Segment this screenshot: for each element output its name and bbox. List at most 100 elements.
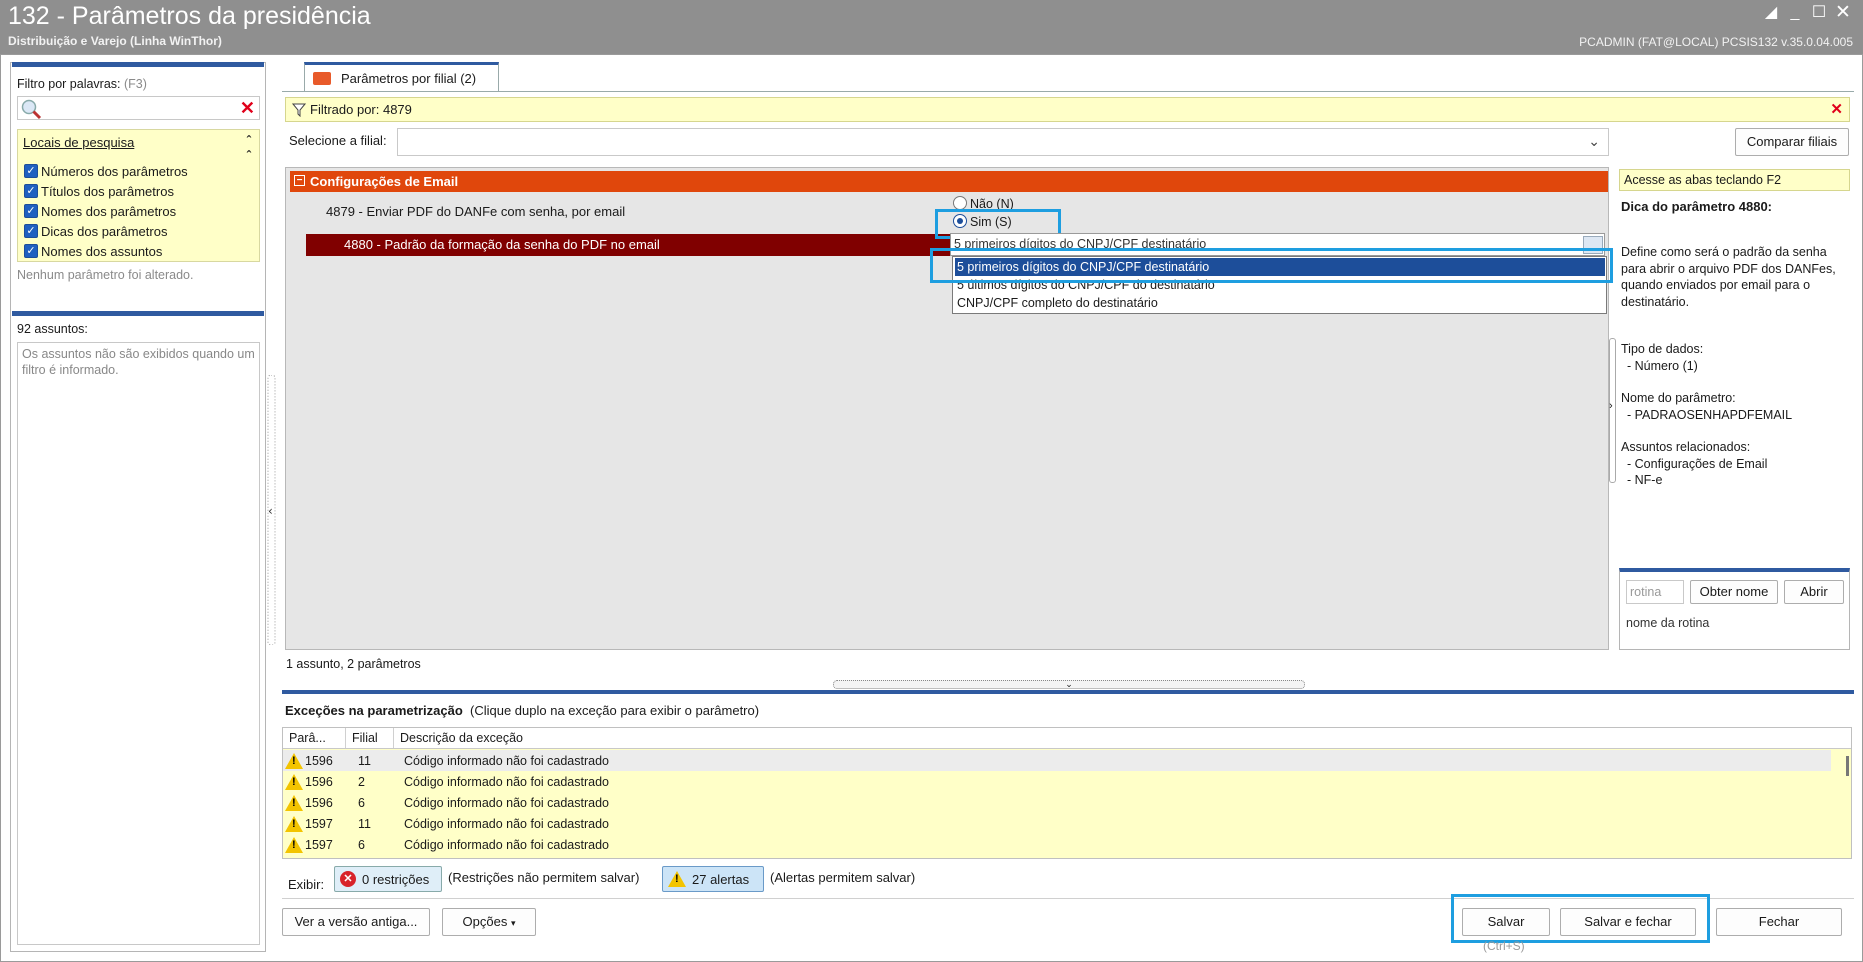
restore-icon[interactable]: ◢ [1760, 4, 1782, 22]
close-window-button[interactable]: ✕ [1832, 3, 1854, 22]
column-header[interactable]: Parâ... [283, 728, 346, 748]
table-row[interactable]: 1596 2 Código informado não foi cadastra… [283, 771, 1831, 792]
chevron-right-icon[interactable]: › [1609, 400, 1613, 412]
branch-select[interactable]: ⌄ [397, 128, 1609, 156]
param-value: 1596 [305, 753, 333, 768]
options-button[interactable]: Opções ▾ [442, 908, 536, 936]
checkbox-icon[interactable]: ✓ [24, 224, 38, 238]
table-row[interactable]: 1597 6 Código informado não foi cadastra… [283, 834, 1831, 855]
tip-access-hint: Acesse as abas teclando F2 [1619, 169, 1850, 191]
section-title: Configurações de Email [310, 174, 459, 189]
checkbox-param-tips[interactable]: ✓ Dicas dos parâmetros [24, 222, 167, 240]
table-scrollbar[interactable] [1843, 750, 1851, 858]
checkbox-icon[interactable]: ✓ [24, 184, 38, 198]
column-header[interactable]: Filial [346, 728, 394, 748]
checkbox-icon[interactable]: ✓ [24, 164, 38, 178]
restrictions-label: 0 restrições [362, 871, 430, 887]
dropdown-option[interactable]: CNPJ/CPF completo do destinatário [955, 294, 1605, 312]
branch-cell: 11 [358, 753, 371, 768]
svg-text:‹: ‹ [268, 504, 273, 518]
get-name-button[interactable]: Obter nome [1690, 580, 1778, 604]
close-button[interactable]: Fechar [1716, 908, 1842, 936]
chevron-down-icon[interactable]: ⌄ [1588, 133, 1600, 150]
param-cell: 1596 [283, 773, 349, 790]
tab-params-by-branch[interactable]: Parâmetros por filial (2) [304, 62, 499, 92]
search-locations-box: Locais de pesquisa ˆˆ ✓ Números dos parâm… [17, 129, 260, 262]
restrictions-toggle-button[interactable]: ✕ 0 restrições [334, 866, 442, 892]
compare-branches-button[interactable]: Comparar filiais [1735, 128, 1849, 156]
exceptions-title: Exceções na parametrização [285, 703, 463, 718]
highlight-box [930, 248, 1613, 283]
filter-bar-text: Filtrado por: 4879 [310, 102, 412, 117]
checkbox-param-titles[interactable]: ✓ Títulos dos parâmetros [24, 182, 174, 200]
maximize-button[interactable]: ☐ [1808, 4, 1830, 22]
param-cell: 1597 [283, 836, 349, 853]
checkbox-icon[interactable]: ✓ [24, 244, 38, 258]
old-version-button[interactable]: Ver a versão antiga... [282, 908, 430, 936]
table-row[interactable]: 1596 11 Código informado não foi cadastr… [283, 750, 1831, 771]
search-locations-title[interactable]: Locais de pesquisa [23, 135, 134, 150]
clear-filter-icon[interactable]: ✕ [1830, 100, 1843, 118]
column-header[interactable]: Descrição da exceção [394, 728, 1851, 748]
checkbox-subject-names[interactable]: ✓ Nomes dos assuntos [24, 242, 162, 260]
routine-input[interactable]: rotina [1626, 580, 1684, 604]
param-name-value: - PADRAOSENHAPDFEMAIL [1627, 407, 1793, 422]
subjects-bar [12, 311, 264, 316]
param-name-label: Nome do parâmetro: [1621, 391, 1736, 405]
table-header: Parâ... Filial Descrição da exceção [283, 728, 1851, 749]
branch-label: Selecione a filial: [289, 133, 387, 148]
warning-icon [285, 752, 303, 769]
description-cell: Código informado não foi cadastrado [404, 816, 609, 831]
show-label: Exibir: [288, 877, 325, 892]
warning-icon [285, 773, 303, 790]
table-row[interactable]: 1597 11 Código informado não foi cadastr… [283, 813, 1831, 834]
status-count: 1 assunto, 2 parâmetros [286, 657, 421, 671]
checkbox-param-names[interactable]: ✓ Nomes dos parâmetros [24, 202, 176, 220]
exceptions-subtitle: (Clique duplo na exceção para exibir o p… [470, 703, 760, 718]
checkbox-label: Dicas dos parâmetros [41, 223, 168, 239]
routine-name: nome da rotina [1626, 616, 1710, 630]
description-cell: Código informado não foi cadastrado [404, 795, 609, 810]
filter-shortcut-hint: (F3) [124, 77, 147, 91]
funnel-icon [292, 103, 306, 117]
routine-box: rotina Obter nome Abrir nome da rotina [1619, 568, 1850, 650]
param-value: 1597 [305, 816, 333, 831]
table-row[interactable]: 1596 6 Código informado não foi cadastra… [283, 792, 1831, 813]
param-cell: 1596 [283, 752, 349, 769]
collapse-section-icon[interactable]: − [294, 175, 305, 186]
collapse-icon[interactable]: ˆˆ [247, 133, 251, 163]
param-value: 1596 [305, 795, 333, 810]
checkbox-icon[interactable]: ✓ [24, 204, 38, 218]
warning-icon [285, 794, 303, 811]
param-row-4880[interactable]: 4880 - Padrão da formação da senha do PD… [306, 234, 952, 256]
data-type-value: - Número (1) [1627, 358, 1698, 373]
clear-search-icon[interactable]: ✕ [240, 97, 255, 119]
related-subjects-label: Assuntos relacionados: [1621, 440, 1751, 454]
warning-icon [668, 871, 686, 887]
exceptions-header: Exceções na parametrização (Clique duplo… [285, 703, 759, 718]
param-row-4879[interactable]: 4879 - Enviar PDF do DANFe com senha, po… [326, 204, 625, 219]
param-value: 1596 [305, 774, 333, 789]
related-subject-link[interactable]: - Configurações de Email [1621, 456, 1853, 473]
related-subject-link[interactable]: - NF-e [1621, 472, 1853, 489]
left-panel-bar [12, 62, 264, 67]
minimize-button[interactable]: _ [1784, 4, 1806, 22]
checkbox-param-numbers[interactable]: ✓ Números dos parâmetros [24, 162, 188, 180]
alerts-toggle-button[interactable]: 27 alertas [662, 866, 764, 892]
alerts-label: 27 alertas [692, 871, 750, 887]
vertical-splitter[interactable]: ‹ [267, 375, 276, 645]
radio-icon[interactable] [953, 196, 967, 210]
checkbox-label: Números dos parâmetros [41, 163, 188, 179]
error-icon: ✕ [340, 871, 356, 887]
section-header[interactable]: − Configurações de Email [290, 171, 1608, 192]
restrictions-note: (Restrições não permitem salvar) [448, 870, 640, 885]
exceptions-bar [282, 690, 1854, 694]
search-input[interactable]: ✕ [17, 96, 260, 120]
horizontal-splitter[interactable]: ⌄ [833, 680, 1305, 689]
window-title: 132 - Parâmetros da presidência [8, 2, 371, 30]
open-button[interactable]: Abrir [1784, 580, 1844, 604]
branch-cell: 11 [358, 816, 371, 831]
folder-icon [313, 72, 331, 85]
scroll-thumb[interactable] [1846, 756, 1849, 776]
subjects-list[interactable]: Os assuntos não são exibidos quando um f… [17, 342, 260, 945]
